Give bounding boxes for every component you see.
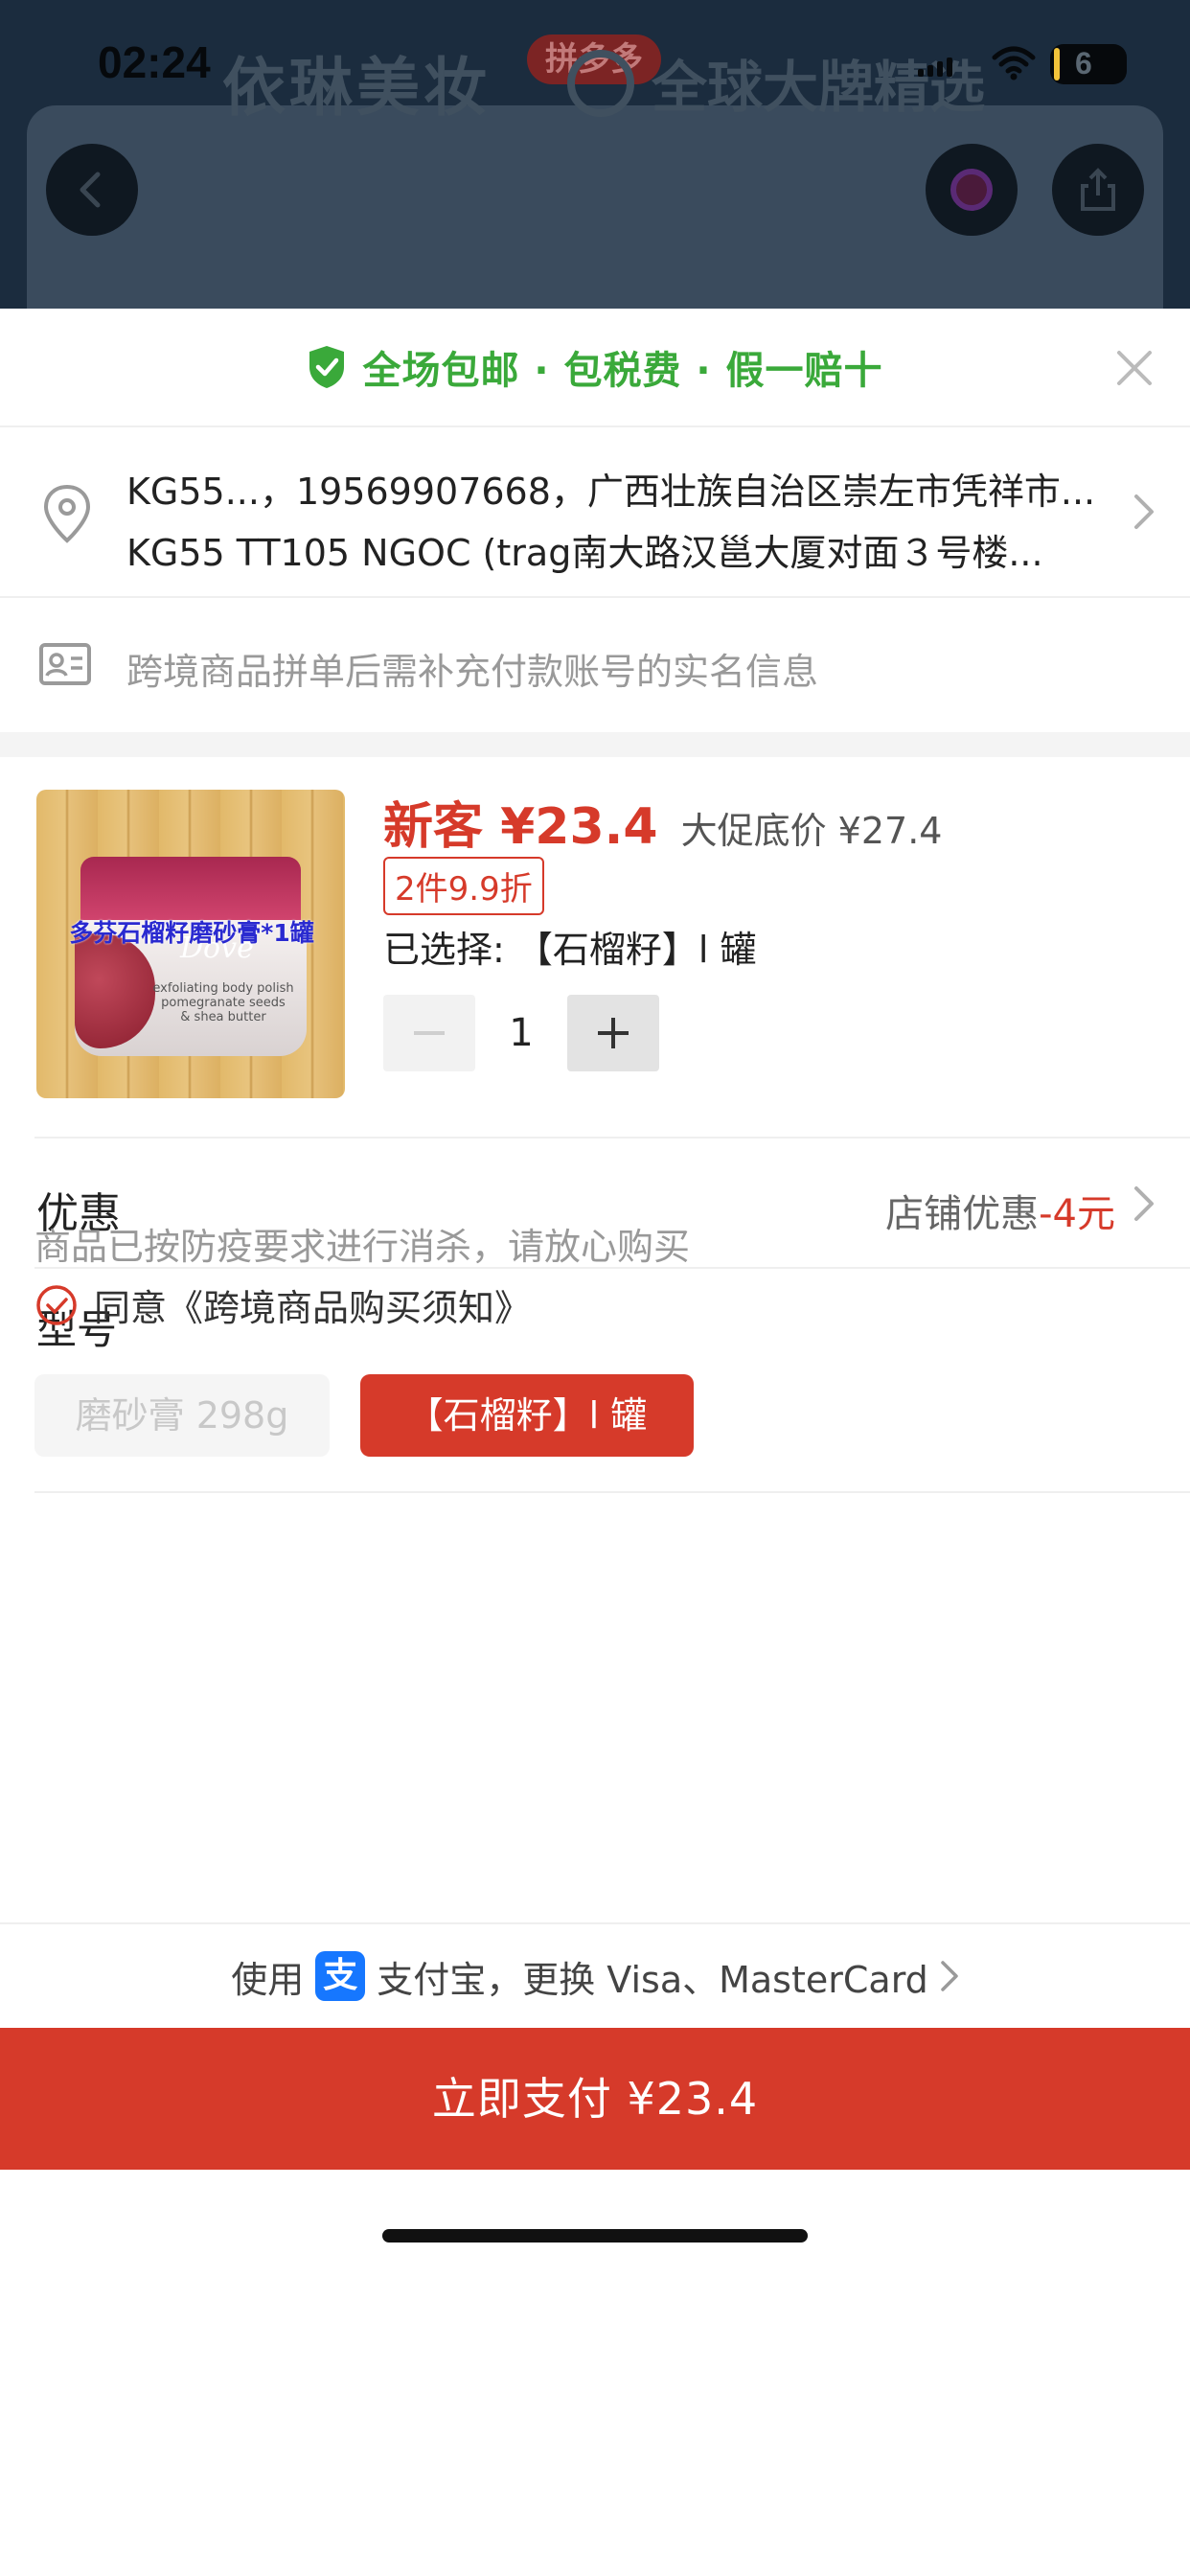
discount-value: 店铺优惠-4元: [885, 1183, 1115, 1238]
section-divider: [0, 732, 1190, 757]
payment-method-row[interactable]: 使用 支 支付宝，更换 Visa、MasterCard: [0, 1922, 1190, 2028]
selected-variant: 已选择: 【石榴籽】l 罐: [383, 929, 757, 971]
product-image-description: exfoliating body polish pomegranate seed…: [152, 981, 294, 1024]
increase-quantity-button[interactable]: [567, 995, 659, 1071]
checked-circle-icon[interactable]: [34, 1283, 79, 1327]
address-line-1: KG55...，19569907668，广西壮族自治区崇左市凭祥市...: [126, 471, 1096, 513]
product-image[interactable]: Dove 多芬石榴籽磨砂膏*1罐 exfoliating body polish…: [36, 790, 345, 1098]
guarantee-banner: 全场包邮 · 包税费 · 假一赔十: [0, 309, 1190, 427]
wifi-icon: [992, 46, 1036, 80]
chevron-right-icon: [941, 1961, 958, 1991]
disinfection-notice: 商品已按防疫要求进行消杀，请放心购买: [34, 1226, 691, 1268]
chevron-right-icon: [1134, 494, 1154, 529]
back-button[interactable]: [46, 144, 138, 236]
plus-icon-vertical: [611, 1018, 615, 1048]
id-card-icon: [39, 643, 91, 685]
guarantee-text: 全场包邮 · 包税费 · 假一赔十: [362, 349, 883, 393]
payment-prefix: 使用: [231, 1958, 305, 2001]
cellular-signal-icon: [918, 56, 952, 77]
agreement-row[interactable]: 同意《跨境商品购买须知》: [34, 1278, 531, 1331]
chevron-right-icon: [1134, 1186, 1154, 1221]
promo-base-price: 大促底价 ¥27.4: [680, 810, 943, 852]
chevron-left-icon: [80, 172, 101, 208]
product-card: Dove 多芬石榴籽磨砂膏*1罐 exfoliating body polish…: [34, 757, 1190, 1138]
status-time: 02:24: [98, 37, 211, 87]
share-button[interactable]: [1052, 144, 1144, 236]
real-name-hint[interactable]: 跨境商品拼单后需补充付款账号的实名信息: [0, 598, 1190, 732]
product-image-caption: 多芬石榴籽磨砂膏*1罐: [69, 919, 314, 947]
shipping-address[interactable]: KG55...，19569907668，广西壮族自治区崇左市凭祥市... KG5…: [0, 427, 1190, 598]
decrease-quantity-button[interactable]: [383, 995, 475, 1071]
pay-now-button[interactable]: 立即支付 ¥23.4: [0, 2028, 1190, 2170]
battery-icon: 6: [1050, 44, 1127, 84]
real-name-hint-text: 跨境商品拼单后需补充付款账号的实名信息: [126, 651, 819, 693]
discount-tag: 2件9.9折: [383, 857, 544, 915]
store-avatar: [950, 169, 993, 211]
battery-level: [1054, 48, 1060, 80]
alipay-icon: 支: [315, 1951, 366, 2001]
location-pin-icon: [43, 484, 91, 543]
payment-method-text: 支付宝，更换 Visa、MasterCard: [377, 1958, 928, 2001]
shield-check-icon: [309, 346, 345, 388]
model-option-scrub-298g[interactable]: 磨砂膏 298g: [34, 1374, 330, 1457]
battery-percent: 6: [1075, 46, 1092, 80]
share-icon: [1081, 168, 1115, 211]
price-row: 新客 ¥23.4 大促底价 ¥27.4: [383, 786, 942, 858]
close-icon[interactable]: [1113, 347, 1156, 389]
address-line-2: KG55 TT105 NGOC (trag南大路汉邕大厦对面３号楼...: [126, 532, 1043, 574]
status-bar: 02:24 6: [0, 0, 1190, 129]
model-option-pomegranate-jar[interactable]: 【石榴籽】l 罐: [360, 1374, 694, 1457]
quantity-value: 1: [509, 1011, 534, 1055]
discount-value-prefix: 店铺优惠: [885, 1192, 1040, 1236]
minus-icon: [414, 1031, 445, 1035]
quantity-stepper: 1: [383, 995, 659, 1071]
discount-value-amount: -4元: [1039, 1192, 1115, 1236]
new-customer-price: 新客 ¥23.4: [383, 798, 658, 856]
home-indicator[interactable]: [382, 2229, 808, 2242]
agreement-text[interactable]: 同意《跨境商品购买须知》: [94, 1278, 531, 1331]
store-avatar-button[interactable]: [926, 144, 1018, 236]
